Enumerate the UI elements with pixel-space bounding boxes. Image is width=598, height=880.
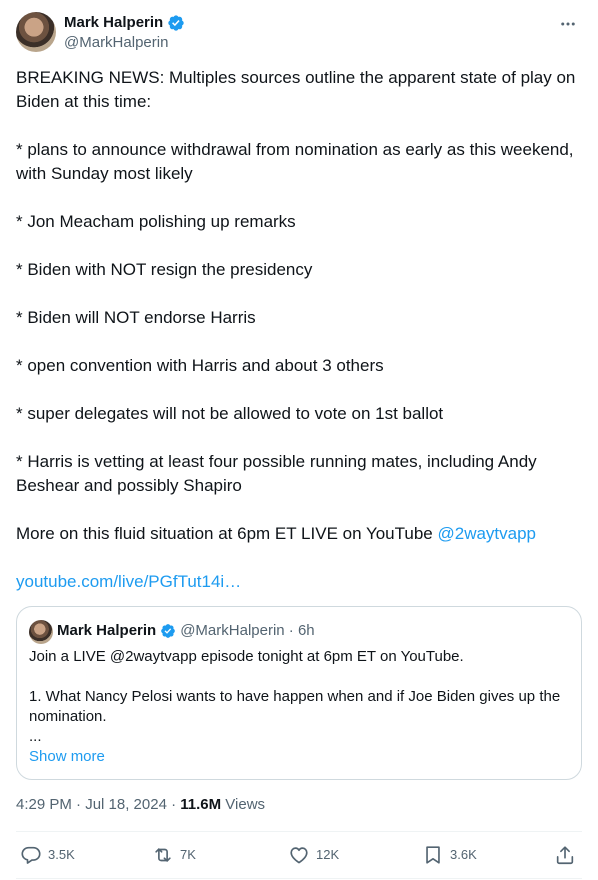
- reply-count: 3.5K: [48, 847, 75, 862]
- quoted-line: ...: [29, 728, 42, 745]
- verified-badge-icon: [161, 624, 176, 638]
- quoted-header: Mark Halperin @MarkHalperin · 6h: [57, 621, 315, 641]
- quoted-author-avatar: [29, 620, 53, 644]
- author-handle[interactable]: @MarkHalperin: [64, 33, 168, 53]
- like-button[interactable]: 12K: [288, 844, 339, 866]
- action-bar: 3.5K 7K 12K 3.6K: [16, 832, 582, 880]
- views-count: 11.6M: [180, 796, 222, 813]
- tweet-line: * Jon Meacham polishing up remarks: [16, 212, 296, 231]
- repost-icon: [155, 848, 171, 862]
- quoted-line: 1. What Nancy Pelosi wants to have happe…: [29, 688, 561, 725]
- reply-button[interactable]: 3.5K: [20, 844, 75, 866]
- tweet-line: * Biden with NOT resign the presidency: [16, 260, 313, 279]
- post-time[interactable]: 4:29 PM · Jul 18, 2024 ·: [16, 796, 180, 813]
- bookmark-icon: [426, 846, 440, 864]
- author-name[interactable]: Mark Halperin: [64, 13, 163, 33]
- bookmark-button[interactable]: 3.6K: [422, 844, 477, 866]
- tweet-line: BREAKING NEWS: Multiples sources outline…: [16, 68, 576, 111]
- quoted-tweet[interactable]: Mark Halperin @MarkHalperin · 6h Join a …: [16, 606, 582, 780]
- verified-badge-icon: [168, 15, 184, 31]
- mention-link[interactable]: @2waytvapp: [437, 524, 536, 543]
- tweet-line: * open convention with Harris and about …: [16, 356, 384, 375]
- quoted-body: Join a LIVE @2waytvapp episode tonight a…: [29, 647, 573, 767]
- repost-count: 7K: [180, 847, 196, 862]
- tweet-more-line: More on this fluid situation at 6pm ET L…: [16, 522, 576, 546]
- share-icon: [556, 846, 574, 865]
- tweet-timestamp: 4:29 PM · Jul 18, 2024 · 11.6M Views: [16, 794, 265, 816]
- tweet-line: * plans to announce withdrawal from nomi…: [16, 140, 574, 183]
- author-avatar[interactable]: [16, 12, 56, 52]
- more-text: More on this fluid situation at 6pm ET L…: [16, 524, 438, 543]
- reply-icon: [21, 846, 41, 864]
- quoted-handle-time: @MarkHalperin · 6h: [180, 622, 315, 639]
- heart-icon: [290, 847, 308, 864]
- more-options-icon[interactable]: [556, 12, 580, 36]
- repost-button[interactable]: 7K: [152, 844, 196, 866]
- youtube-link[interactable]: youtube.com/live/PGfTut14i…: [16, 572, 241, 591]
- tweet-line: * Harris is vetting at least four possib…: [16, 452, 537, 495]
- quoted-line: Join a LIVE @2waytvapp episode tonight a…: [29, 648, 464, 665]
- like-count: 12K: [316, 847, 340, 862]
- show-more-link[interactable]: Show more: [29, 747, 573, 767]
- tweet-header: Mark Halperin @MarkHalperin: [16, 12, 582, 54]
- tweet-line: * super delegates will not be allowed to…: [16, 404, 444, 423]
- views-label: Views: [221, 796, 266, 813]
- tweet-line: * Biden will NOT endorse Harris: [16, 308, 256, 327]
- divider: [16, 878, 582, 879]
- bookmark-count: 3.6K: [450, 847, 477, 862]
- tweet-body: BREAKING NEWS: Multiples sources outline…: [16, 66, 576, 594]
- quoted-author-name: Mark Halperin: [57, 622, 157, 639]
- author-name-row: Mark Halperin: [64, 13, 185, 33]
- share-button[interactable]: [554, 844, 576, 866]
